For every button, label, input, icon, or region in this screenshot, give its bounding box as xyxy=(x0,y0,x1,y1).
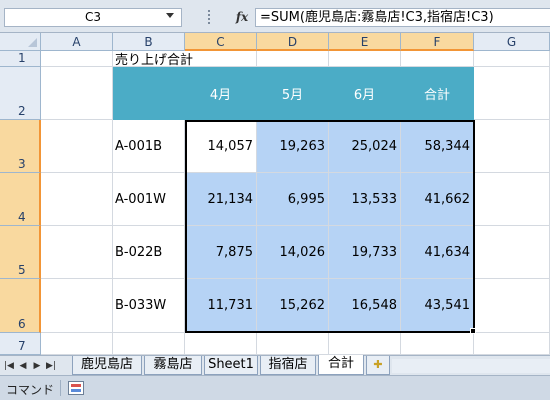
cell-e2-header[interactable]: 6月 xyxy=(329,67,401,120)
sheet-tab-total[interactable]: 合計 xyxy=(318,355,364,375)
cell-f5[interactable]: 41,634 xyxy=(401,226,474,279)
row-header-4[interactable]: 4 xyxy=(0,173,41,226)
cell-b6-code[interactable]: B-033W xyxy=(113,279,185,333)
cell-f1[interactable] xyxy=(401,51,474,67)
cell-e4[interactable]: 13,533 xyxy=(329,173,401,226)
horizontal-scrollbar[interactable] xyxy=(392,359,550,373)
cell-g4[interactable] xyxy=(474,173,550,226)
cell-g2[interactable] xyxy=(474,67,550,120)
select-all-button[interactable] xyxy=(0,33,41,51)
formula-bar-grip[interactable] xyxy=(208,10,210,24)
cell-b2-header[interactable] xyxy=(113,67,185,120)
row-header-5[interactable]: 5 xyxy=(0,226,41,279)
cell-g6[interactable] xyxy=(474,279,550,333)
chevron-down-icon[interactable] xyxy=(166,13,174,18)
macro-record-icon[interactable] xyxy=(68,381,84,395)
sheet-tab-kirishima[interactable]: 霧島店 xyxy=(144,356,202,375)
cell-d2-header[interactable]: 5月 xyxy=(257,67,329,120)
cell-c7[interactable] xyxy=(185,333,257,355)
last-sheet-icon[interactable]: ▶| xyxy=(45,359,57,373)
status-divider xyxy=(60,380,61,396)
column-header-f[interactable]: F xyxy=(401,33,474,51)
next-sheet-icon[interactable]: ▶ xyxy=(31,359,43,373)
cell-a1[interactable] xyxy=(41,51,113,67)
select-all-icon xyxy=(28,38,37,47)
cell-g3[interactable] xyxy=(474,120,550,173)
column-header-a[interactable]: A xyxy=(41,33,113,51)
sheet-tab-ibusuki[interactable]: 指宿店 xyxy=(260,356,316,375)
first-sheet-icon[interactable]: |◀ xyxy=(3,359,15,373)
cell-d7[interactable] xyxy=(257,333,329,355)
row-header-7[interactable]: 7 xyxy=(0,333,41,355)
cell-e6[interactable]: 16,548 xyxy=(329,279,401,333)
cell-a6[interactable] xyxy=(41,279,113,333)
cell-f7[interactable] xyxy=(401,333,474,355)
cell-g1[interactable] xyxy=(474,51,550,67)
column-header-e[interactable]: E xyxy=(329,33,401,51)
cell-c3-active[interactable]: 14,057 xyxy=(185,120,257,173)
cell-b1-title[interactable]: 売り上げ合計 xyxy=(113,51,193,68)
status-mode: コマンド xyxy=(6,383,55,397)
cell-a3[interactable] xyxy=(41,120,113,173)
row-header-2[interactable]: 2 xyxy=(0,67,41,120)
worksheet-grid[interactable]: A B C D E F G 1 2 3 4 5 6 7 売り上げ合計 4月 5月… xyxy=(0,33,550,355)
cell-a4[interactable] xyxy=(41,173,113,226)
column-header-g[interactable]: G xyxy=(474,33,550,51)
row-header-3[interactable]: 3 xyxy=(0,120,41,173)
cell-f6[interactable]: 43,541 xyxy=(401,279,474,333)
cell-f3[interactable]: 58,344 xyxy=(401,120,474,173)
cell-e3[interactable]: 25,024 xyxy=(329,120,401,173)
formula-input[interactable]: =SUM(鹿児島店:霧島店!C3,指宿店!C3) xyxy=(255,8,550,27)
cell-b3-code[interactable]: A-001B xyxy=(113,120,185,173)
cell-d1[interactable] xyxy=(257,51,329,67)
cell-g5[interactable] xyxy=(474,226,550,279)
cell-e1[interactable] xyxy=(329,51,401,67)
cell-a5[interactable] xyxy=(41,226,113,279)
cell-c6[interactable]: 11,731 xyxy=(185,279,257,333)
sheet-tab-sheet1[interactable]: Sheet1 xyxy=(204,356,258,375)
sheet-tab-bar: |◀ ◀ ▶ ▶| 鹿児島店 霧島店 Sheet1 指宿店 合計 ✚ xyxy=(0,355,550,375)
cell-c5[interactable]: 7,875 xyxy=(185,226,257,279)
cell-b4-code[interactable]: A-001W xyxy=(113,173,185,226)
cell-c4[interactable]: 21,134 xyxy=(185,173,257,226)
cell-d4[interactable]: 6,995 xyxy=(257,173,329,226)
column-header-c[interactable]: C xyxy=(185,33,257,51)
column-header-d[interactable]: D xyxy=(257,33,329,51)
cell-f2-header[interactable]: 合計 xyxy=(401,67,474,120)
cell-f4[interactable]: 41,662 xyxy=(401,173,474,226)
cell-b5-code[interactable]: B-022B xyxy=(113,226,185,279)
status-bar: コマンド xyxy=(0,375,550,400)
cell-e7[interactable] xyxy=(329,333,401,355)
cell-d3[interactable]: 19,263 xyxy=(257,120,329,173)
row-header-1[interactable]: 1 xyxy=(0,51,41,67)
insert-function-icon[interactable]: fx xyxy=(233,9,251,26)
cell-c2-header[interactable]: 4月 xyxy=(185,67,257,120)
row-header-6[interactable]: 6 xyxy=(0,279,41,333)
cell-a2[interactable] xyxy=(41,67,113,120)
formula-bar: C3 fx =SUM(鹿児島店:霧島店!C3,指宿店!C3) xyxy=(0,0,550,33)
cell-g7[interactable] xyxy=(474,333,550,355)
insert-sheet-icon[interactable]: ✚ xyxy=(366,356,390,375)
fill-handle[interactable] xyxy=(470,328,476,334)
cell-a7[interactable] xyxy=(41,333,113,355)
cell-d6[interactable]: 15,262 xyxy=(257,279,329,333)
cell-c1[interactable] xyxy=(185,51,257,67)
sheet-tab-kagoshima[interactable]: 鹿児島店 xyxy=(72,356,142,375)
cell-e5[interactable]: 19,733 xyxy=(329,226,401,279)
name-box[interactable]: C3 xyxy=(4,8,182,27)
cell-b7[interactable] xyxy=(113,333,185,355)
previous-sheet-icon[interactable]: ◀ xyxy=(17,359,29,373)
cell-d5[interactable]: 14,026 xyxy=(257,226,329,279)
